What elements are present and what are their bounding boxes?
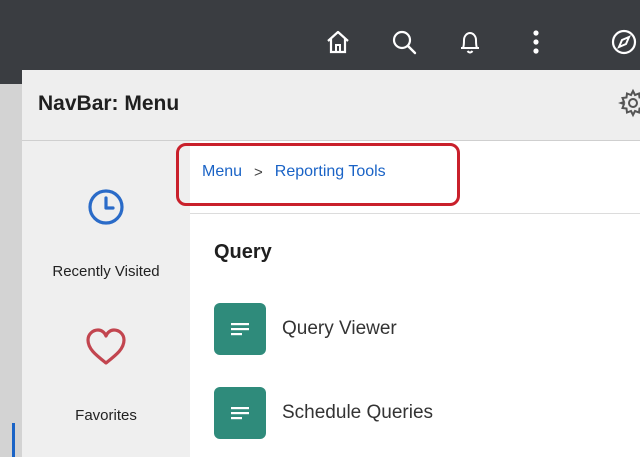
sidebar-item-label: Favorites <box>75 407 137 424</box>
tile-query-viewer[interactable]: Query Viewer <box>214 303 614 355</box>
document-lines-icon <box>214 303 266 355</box>
gear-icon[interactable] <box>617 88 640 118</box>
breadcrumb-highlight-box <box>176 143 460 206</box>
notification-bell-icon[interactable] <box>450 24 490 60</box>
search-icon[interactable] <box>384 24 424 60</box>
tile-label: Schedule Queries <box>282 402 434 423</box>
sidebar-item-favorites[interactable]: Favorites <box>22 327 190 424</box>
clock-icon <box>22 187 190 231</box>
actions-menu-icon[interactable] <box>516 24 556 60</box>
navbar-icon[interactable] <box>604 24 640 60</box>
document-lines-icon <box>214 387 266 439</box>
tile-label: Query Viewer <box>282 318 397 339</box>
section-title: Query <box>214 241 272 263</box>
heart-icon <box>22 327 190 371</box>
tile-schedule-queries[interactable]: Schedule Queries <box>214 387 614 439</box>
sidebar-item-recently-visited[interactable]: Recently Visited <box>22 187 190 280</box>
home-icon[interactable] <box>318 24 358 60</box>
sidebar-item-label: Recently Visited <box>52 263 160 280</box>
navbar-sidebar: Recently Visited Favorites <box>22 141 190 457</box>
page-background-strip <box>0 84 22 457</box>
sidebar-active-accent <box>12 423 15 457</box>
panel-header: NavBar: Menu <box>22 70 640 141</box>
panel-title: NavBar: Menu <box>38 92 180 115</box>
